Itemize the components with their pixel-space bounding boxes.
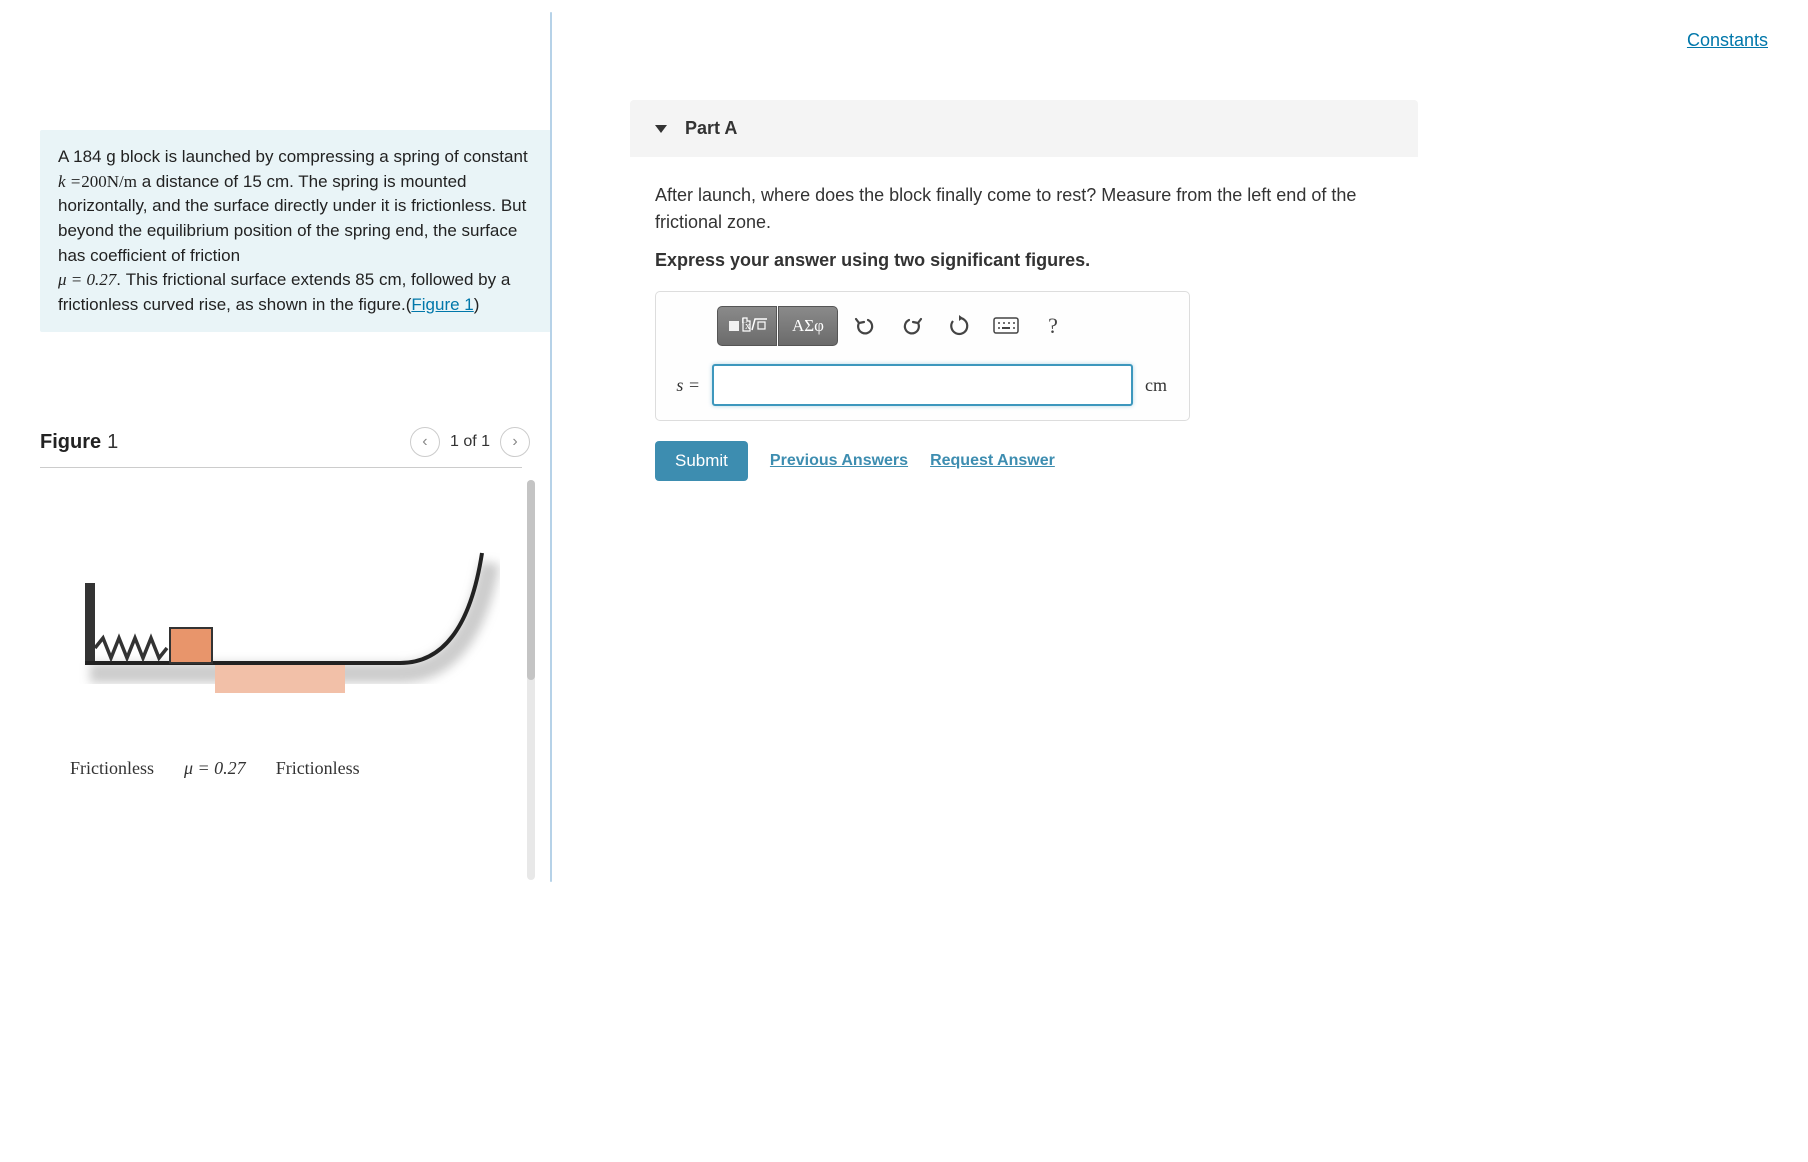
answer-instruction: Express your answer using two significan…: [655, 250, 1778, 271]
part-a-header[interactable]: Part A: [630, 100, 1418, 157]
redo-button[interactable]: [892, 307, 932, 345]
problem-statement: A 184 g block is launched by compressing…: [40, 130, 551, 332]
template-picker-button[interactable]: x □: [717, 306, 777, 346]
problem-text-4: ): [474, 295, 480, 314]
figure-link[interactable]: Figure 1: [411, 295, 473, 314]
constants-link[interactable]: Constants: [1687, 30, 1768, 51]
answer-unit: cm: [1145, 375, 1175, 396]
submit-button[interactable]: Submit: [655, 441, 748, 481]
column-divider: [550, 12, 552, 882]
answer-box: x □ ΑΣφ: [655, 291, 1190, 421]
figure-divider: [40, 467, 522, 468]
previous-answers-link[interactable]: Previous Answers: [770, 452, 908, 470]
problem-text-1: A 184 g block is launched by compressing…: [58, 147, 528, 166]
figure-diagram: [60, 523, 500, 743]
undo-button[interactable]: [845, 307, 885, 345]
svg-text:□: □: [742, 316, 747, 325]
scrollbar-thumb[interactable]: [527, 480, 535, 680]
caption-frictionless-left: Frictionless: [70, 758, 154, 779]
k-value: 200N/m: [81, 172, 137, 191]
mu-expression: μ = 0.27: [58, 270, 116, 289]
request-answer-link[interactable]: Request Answer: [930, 452, 1055, 470]
help-button[interactable]: ?: [1033, 307, 1073, 345]
answer-input[interactable]: [712, 364, 1133, 406]
equation-toolbar: x □ ΑΣφ: [717, 306, 1175, 346]
figure-label: Figure: [40, 431, 101, 454]
figure-prev-button[interactable]: ‹: [410, 427, 440, 457]
left-scrollbar[interactable]: [527, 480, 535, 880]
figure-header: Figure 1 ‹ 1 of 1 ›: [40, 427, 530, 457]
figure-caption: Frictionless μ = 0.27 Frictionless: [70, 758, 590, 779]
caption-mu: μ = 0.27: [184, 758, 246, 778]
figure-next-button[interactable]: ›: [500, 427, 530, 457]
figure-nav-count: 1 of 1: [450, 433, 490, 451]
greek-letters-button[interactable]: ΑΣφ: [778, 306, 838, 346]
figure-number: 1: [107, 431, 118, 454]
caption-frictionless-right: Frictionless: [276, 758, 360, 779]
answer-variable-label: s =: [670, 375, 700, 396]
keyboard-button[interactable]: [986, 307, 1026, 345]
question-text: After launch, where does the block final…: [655, 182, 1375, 236]
reset-button[interactable]: [939, 307, 979, 345]
part-title: Part A: [685, 118, 737, 139]
k-symbol: k =: [58, 172, 81, 191]
collapse-icon: [655, 125, 667, 133]
